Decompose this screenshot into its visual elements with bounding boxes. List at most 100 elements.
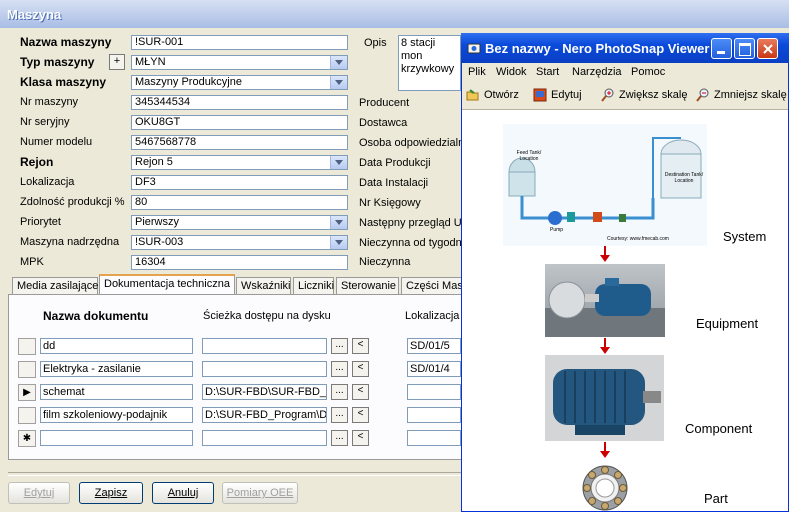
klasa-label: Klasa maszyny (20, 75, 107, 89)
zmniejsz-skale-button[interactable]: Zmniejsz skalę (714, 89, 787, 101)
nadrzedna-combo[interactable]: !SUR-003 (131, 235, 348, 250)
opis-textarea[interactable]: 8 stacji mon krzywkowy (398, 35, 461, 91)
mpk-field[interactable]: 16304 (131, 255, 348, 270)
chevron-down-icon[interactable] (330, 76, 347, 89)
zoom-in-icon[interactable] (601, 88, 615, 102)
tab-dokumentacja-techniczna[interactable]: Dokumentacja techniczna (99, 274, 235, 295)
nr-maszyny-field[interactable]: 345344534 (131, 95, 348, 110)
priorytet-combo[interactable]: Pierwszy (131, 215, 348, 230)
zdolnosc-field[interactable]: 80 (131, 195, 348, 210)
tab-sterowanie[interactable]: Sterowanie (336, 277, 399, 294)
folder-open-icon[interactable] (466, 88, 480, 102)
priorytet-value: Pierwszy (135, 216, 180, 228)
menu-narzedzia[interactable]: Narzędzia (572, 66, 622, 78)
doc-path-field[interactable]: D:\SUR-FBD\SUR-FBD_dc (202, 384, 327, 400)
nr-ksiegowy-label: Nr Księgowy (359, 197, 421, 209)
nazwa-label: Nazwa maszyny (20, 35, 112, 49)
browse-button[interactable]: ... (331, 338, 348, 354)
klasa-combo[interactable]: Maszyny Produkcyjne (131, 75, 348, 90)
maximize-icon[interactable] (734, 38, 755, 59)
caption-system: System (723, 229, 767, 244)
dostawca-label: Dostawca (359, 117, 408, 129)
doc-path-field[interactable] (202, 338, 327, 354)
insert-path-button[interactable]: < (352, 430, 369, 446)
zapisz-button[interactable]: Zapisz (79, 482, 143, 504)
insert-path-button[interactable]: < (352, 361, 369, 377)
minimize-icon[interactable] (711, 38, 732, 59)
doc-path-field[interactable] (202, 361, 327, 377)
doc-name-field[interactable]: film szkoleniowy-podajnik (40, 407, 193, 423)
zoom-out-icon[interactable] (696, 88, 710, 102)
chevron-down-icon[interactable] (330, 236, 347, 249)
divider (8, 472, 468, 476)
insert-path-button[interactable]: < (352, 338, 369, 354)
tab-media-zasilajace[interactable]: Media zasilające (12, 277, 98, 294)
nieczynna-label: Nieczynna (359, 256, 411, 268)
lokalizacja-field[interactable]: DF3 (131, 175, 348, 190)
doc-name-field[interactable]: dd (40, 338, 193, 354)
doc-loc-field[interactable]: SD/01/4 (407, 361, 461, 377)
main-window-titlebar[interactable]: Maszyna (0, 0, 789, 28)
edit-image-icon[interactable] (533, 88, 547, 102)
tab-czesci-maszyny[interactable]: Części Mas (401, 277, 463, 294)
system-diagram-image: Feed Tank/ Location Destination Tank/ Lo… (503, 124, 707, 246)
rejon-label: Rejon (20, 155, 54, 169)
viewer-titlebar[interactable]: Bez nazwy - Nero PhotoSnap Viewer (461, 33, 789, 63)
doc-loc-field[interactable] (407, 407, 461, 423)
nadrzedna-value: !SUR-003 (135, 236, 184, 248)
edytuj-button[interactable]: Edytuj (8, 482, 70, 504)
rejon-value: Rejon 5 (135, 156, 173, 168)
otworz-button[interactable]: Otwórz (484, 89, 519, 101)
doc-name-field[interactable] (40, 430, 193, 446)
doc-loc-field[interactable] (407, 384, 461, 400)
col-header-nazwa: Nazwa dokumentu (43, 309, 149, 323)
pump-label: Pump (550, 227, 564, 233)
insert-path-button[interactable]: < (352, 384, 369, 400)
doc-name-field[interactable]: Elektryka - zasilanie (40, 361, 193, 377)
row-selector[interactable] (18, 407, 36, 424)
chevron-down-icon[interactable] (330, 216, 347, 229)
arrow-down-icon (600, 442, 610, 458)
add-typ-button[interactable]: + (109, 54, 125, 70)
producent-label: Producent (359, 97, 410, 109)
menu-plik[interactable]: Plik (468, 66, 486, 78)
rejon-combo[interactable]: Rejon 5 (131, 155, 348, 170)
zwieksz-skale-button[interactable]: Zwiększ skalę (619, 89, 687, 101)
row-selector[interactable] (18, 338, 36, 355)
nazwa-field[interactable]: !SUR-001 (131, 35, 348, 50)
row-selector[interactable] (18, 361, 36, 378)
doc-loc-field[interactable]: SD/01/5 (407, 338, 461, 354)
menu-start[interactable]: Start (536, 66, 559, 78)
menu-pomoc[interactable]: Pomoc (631, 66, 665, 78)
browse-button[interactable]: ... (331, 430, 348, 446)
browse-button[interactable]: ... (331, 384, 348, 400)
chevron-down-icon[interactable] (330, 56, 347, 69)
typ-combo[interactable]: MŁYN (131, 55, 348, 70)
browse-button[interactable]: ... (331, 361, 348, 377)
klasa-value: Maszyny Produkcyjne (135, 76, 242, 88)
menu-widok[interactable]: Widok (496, 66, 527, 78)
camera-app-icon (467, 43, 481, 54)
row-selector[interactable]: ▶ (18, 384, 36, 401)
numer-modelu-field[interactable]: 5467568778 (131, 135, 348, 150)
doc-path-field[interactable] (202, 430, 327, 446)
tab-wskazniki[interactable]: Wskaźniki (236, 277, 291, 294)
process-diagram (508, 137, 702, 225)
nr-seryjny-field[interactable]: OKU8GT (131, 115, 348, 130)
browse-button[interactable]: ... (331, 407, 348, 423)
doc-name-field[interactable]: schemat (40, 384, 193, 400)
edytuj-tool-button[interactable]: Edytuj (551, 89, 582, 101)
doc-loc-field[interactable] (407, 430, 461, 446)
anuluj-button[interactable]: Anuluj (152, 482, 214, 504)
doc-path-field[interactable]: D:\SUR-FBD_Program\Do (202, 407, 327, 423)
pomiary-oee-button[interactable]: Pomiary OEE (222, 482, 298, 504)
new-row-selector[interactable]: ✱ (18, 430, 36, 447)
courtesy-label: Courtesy: www.fmecab.com (607, 236, 669, 242)
chevron-down-icon[interactable] (330, 156, 347, 169)
priorytet-label: Priorytet (20, 216, 61, 228)
col-header-sciezka: Ścieżka dostępu na dysku (203, 310, 331, 322)
close-icon[interactable] (757, 38, 778, 59)
bearing-image (582, 465, 628, 511)
tab-liczniki[interactable]: Liczniki (293, 277, 334, 294)
insert-path-button[interactable]: < (352, 407, 369, 423)
